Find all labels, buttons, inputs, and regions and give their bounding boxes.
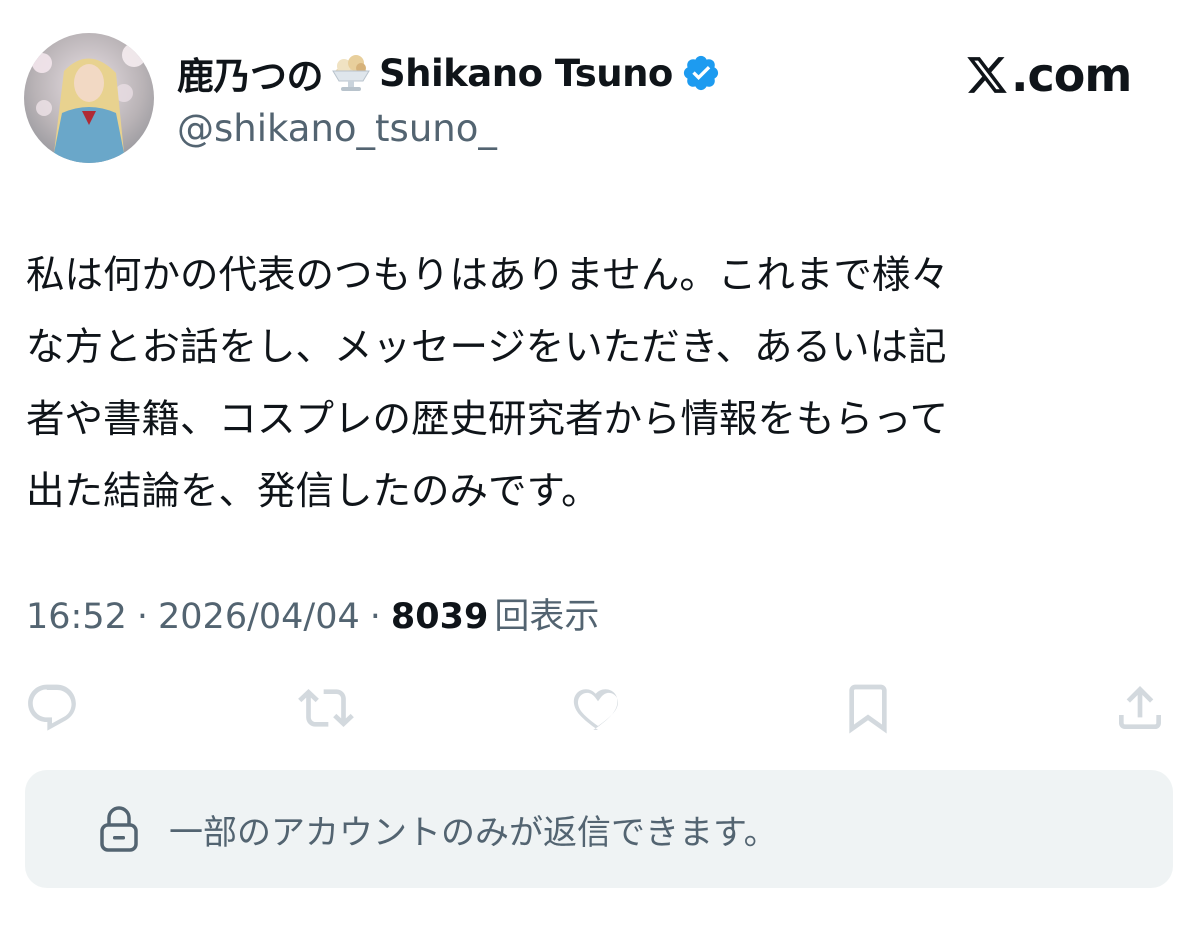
bookmark-button[interactable] xyxy=(840,680,896,736)
x-logo-icon xyxy=(965,53,1009,97)
tweet-time[interactable]: 16:52 xyxy=(26,597,127,637)
display-name-en[interactable]: Shikano Tsuno xyxy=(379,52,673,95)
tweet-text: 私は何かの代表のつもりはありません。これまで様々 な方とお話をし、メッセージをい… xyxy=(26,240,1176,528)
reply-restriction-bar: 一部のアカウントのみが返信できます。 xyxy=(25,770,1173,888)
x-logo: .com xyxy=(965,45,1132,105)
tweet-text-line: 出た結論を、発信したのみです。 xyxy=(26,469,600,514)
reply-button[interactable] xyxy=(24,680,80,736)
share-icon xyxy=(1119,686,1161,729)
tweet-date[interactable]: 2026/04/04 xyxy=(158,597,360,637)
reply-icon xyxy=(28,684,76,731)
meta-separator: · xyxy=(369,597,381,637)
retweet-button[interactable] xyxy=(298,680,354,736)
x-logo-text: .com xyxy=(1011,48,1132,102)
tweet-meta: 16:52 · 2026/04/04 · 8039 回表示 xyxy=(26,588,599,639)
display-name[interactable]: 鹿乃つの xyxy=(177,46,324,100)
retweet-icon xyxy=(298,689,354,727)
share-button[interactable] xyxy=(1112,680,1168,736)
reply-restriction-text: 一部のアカウントのみが返信できます。 xyxy=(169,812,778,853)
shaved-ice-icon xyxy=(327,49,375,97)
action-bar xyxy=(0,680,1199,740)
bookmark-icon xyxy=(849,684,887,734)
author-handle[interactable]: @shikano_tsuno_ xyxy=(177,107,497,150)
verified-badge-icon xyxy=(681,53,721,93)
tweet-card: 鹿乃つの Shikano Tsuno @shikano_tsuno_ .com … xyxy=(0,0,1199,945)
tweet-text-line: な方とお話をし、メッセージをいただき、あるいは記 xyxy=(26,325,947,370)
meta-separator: · xyxy=(136,597,149,637)
lock-icon xyxy=(99,805,139,853)
like-button[interactable] xyxy=(570,680,626,736)
tweet-text-line: 者や書籍、コスプレの歴史研究者から情報をもらって xyxy=(26,397,949,442)
tweet-text-line: 私は何かの代表のつもりはありません。これまで様々 xyxy=(26,253,949,298)
views-label: 回表示 xyxy=(494,597,600,637)
heart-icon xyxy=(573,689,618,730)
author-name-row[interactable]: 鹿乃つの Shikano Tsuno xyxy=(177,48,721,98)
views-count[interactable]: 8039 xyxy=(391,597,488,637)
avatar[interactable] xyxy=(24,33,154,163)
